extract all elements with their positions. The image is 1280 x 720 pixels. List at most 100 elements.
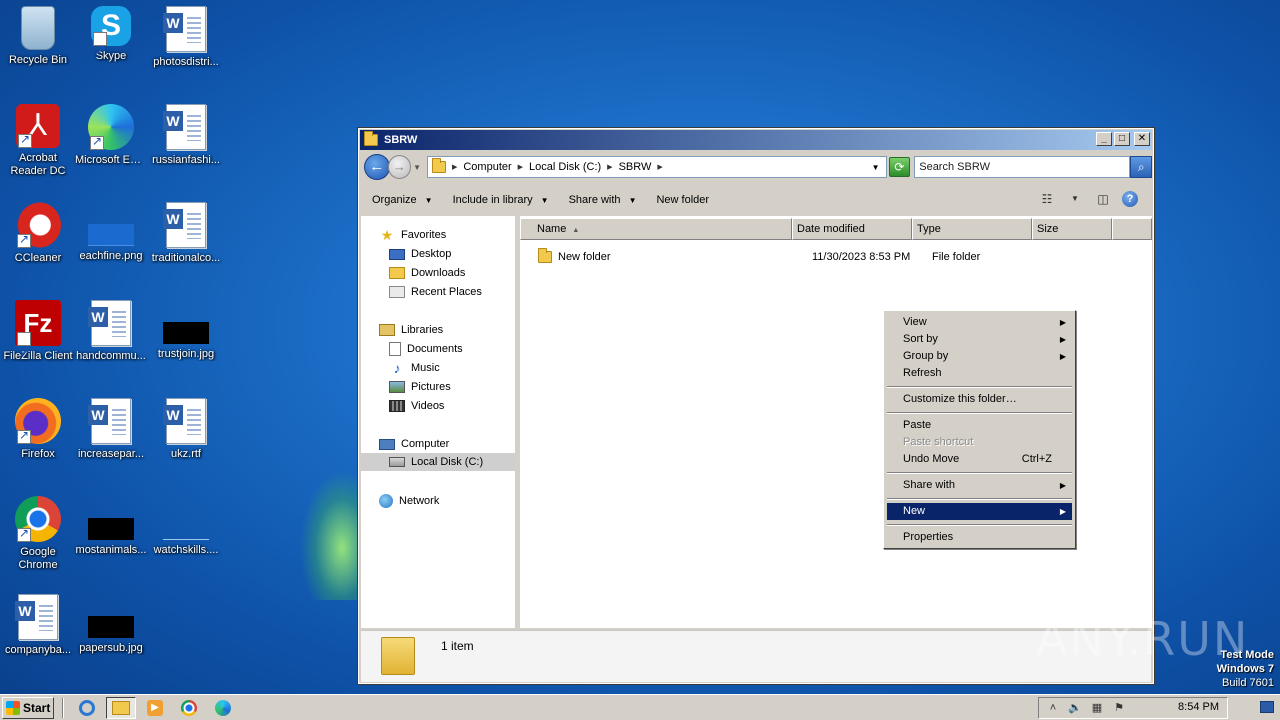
documents-icon — [389, 342, 401, 356]
desktop-icon-mostanimals[interactable]: mostanimals... — [73, 496, 149, 557]
menu-item-group-by[interactable]: Group by ▶ — [887, 348, 1072, 365]
nav-desktop[interactable]: Desktop — [389, 245, 451, 263]
submenu-arrow-icon: ▶ — [1059, 335, 1066, 344]
recent-pages-dropdown[interactable]: ▼ — [413, 163, 423, 172]
desktop-icon-label: increasepar... — [77, 448, 145, 460]
desktop-icon-acrobat[interactable]: Acrobat Reader DC — [0, 104, 76, 178]
desktop-icon-firefox[interactable]: Firefox — [0, 398, 76, 461]
column-header-date-modified[interactable]: Date modified — [792, 218, 912, 240]
desktop-icon-skype[interactable]: S Skype — [73, 6, 149, 70]
breadcrumb-arrow-icon[interactable]: ▶ — [518, 163, 523, 171]
nav-local-disk[interactable]: Local Disk (C:) — [361, 453, 515, 471]
nav-recent-places[interactable]: Recent Places — [389, 283, 482, 301]
change-view-icon[interactable]: ☷ — [1038, 190, 1056, 208]
breadcrumb-arrow-icon[interactable]: ▶ — [657, 163, 662, 171]
nav-computer[interactable]: Computer — [379, 435, 449, 453]
column-header-type[interactable]: Type — [912, 218, 1032, 240]
maximize-button[interactable]: □ — [1114, 132, 1130, 146]
menu-item-refresh[interactable]: Refresh — [887, 365, 1072, 382]
desktop-icon-traditionalco[interactable]: traditionalco... — [148, 202, 224, 265]
desktop-icon-handcommu[interactable]: handcommu... — [73, 300, 149, 363]
volume-icon[interactable]: 🔈 — [1067, 700, 1083, 716]
desktop-icon-increasepar[interactable]: increasepar... — [73, 398, 149, 461]
desktop-icon-chrome[interactable]: Google Chrome — [0, 496, 76, 572]
desktop-icon-russianfashi[interactable]: russianfashi... — [148, 104, 224, 167]
breadcrumb-computer[interactable]: Computer — [463, 161, 511, 173]
desktop-icon-label: CCleaner — [14, 252, 62, 264]
desktop-icon-ccleaner[interactable]: CCleaner — [0, 202, 76, 265]
menu-item-customize[interactable]: Customize this folder… — [887, 391, 1072, 408]
nav-videos[interactable]: Videos — [389, 397, 444, 415]
search-input[interactable]: Search SBRW — [914, 156, 1131, 178]
view-options-dropdown-icon[interactable]: ▼ — [1066, 190, 1084, 208]
desktop-icon-edge[interactable]: Microsoft Edge — [73, 104, 149, 167]
title-bar[interactable]: SBRW _ □ ✕ — [360, 130, 1152, 150]
menu-item-sort-by[interactable]: Sort by ▶ — [887, 331, 1072, 348]
chevron-down-icon: ▼ — [628, 195, 637, 205]
desktop-icon-recycle-bin[interactable]: Recycle Bin — [0, 6, 76, 67]
breadcrumb-sbrw[interactable]: SBRW — [619, 161, 652, 173]
show-hidden-icons-icon[interactable]: ˄ — [1045, 700, 1061, 716]
start-button[interactable]: Start — [2, 696, 54, 719]
nav-pictures[interactable]: Pictures — [389, 378, 451, 396]
file-name: New folder — [558, 251, 611, 263]
help-icon[interactable]: ? — [1122, 191, 1138, 207]
image-file-icon — [163, 322, 209, 344]
menu-item-properties[interactable]: Properties — [887, 529, 1072, 546]
close-button[interactable]: ✕ — [1134, 132, 1150, 146]
organize-button[interactable]: Organize ▼ — [372, 194, 433, 206]
menu-separator — [887, 412, 1072, 414]
firefox-icon — [15, 398, 61, 444]
word-document-icon — [15, 594, 58, 640]
taskbar-internet-explorer[interactable] — [72, 697, 102, 719]
desktop-icon-ukz[interactable]: ukz.rtf — [148, 398, 224, 461]
breadcrumb-arrow-icon[interactable]: ▶ — [452, 163, 457, 171]
column-header-name[interactable]: Name ▲ — [520, 218, 792, 240]
preview-pane-icon[interactable]: ◫ — [1094, 190, 1112, 208]
minimize-button[interactable]: _ — [1096, 132, 1112, 146]
back-button[interactable]: ← — [364, 154, 390, 180]
breadcrumb-arrow-icon[interactable]: ▶ — [607, 163, 612, 171]
menu-item-view[interactable]: View ▶ — [887, 314, 1072, 331]
menu-label: Refresh — [903, 367, 942, 379]
column-header-size[interactable]: Size — [1032, 218, 1112, 240]
menu-item-paste-shortcut[interactable]: Paste shortcut — [887, 434, 1072, 451]
nav-libraries[interactable]: Libraries — [379, 321, 443, 339]
address-field[interactable]: ▶ Computer ▶ Local Disk (C:) ▶ SBRW ▶ ▼ — [426, 156, 887, 178]
desktop-icon-filezilla[interactable]: Fz FileZilla Client — [0, 300, 76, 376]
nav-favorites[interactable]: ★ Favorites — [379, 226, 447, 244]
taskbar-media-player[interactable]: ▶ — [140, 697, 170, 719]
desktop-icon-trustjoin[interactable]: trustjoin.jpg — [148, 300, 224, 361]
nav-network[interactable]: Network — [379, 492, 439, 510]
nav-downloads[interactable]: Downloads — [389, 264, 465, 282]
desktop-icon-watchskills[interactable]: watchskills.... — [148, 496, 224, 557]
include-in-library-button[interactable]: Include in library ▼ — [453, 194, 549, 206]
clock[interactable]: 8:54 PM — [1178, 701, 1219, 713]
taskbar-windows-explorer[interactable] — [106, 696, 136, 719]
menu-item-undo-move[interactable]: Undo Move Ctrl+Z — [887, 451, 1072, 468]
action-center-flag-icon[interactable]: ⚑ — [1111, 700, 1127, 716]
menu-item-paste[interactable]: Paste — [887, 417, 1072, 434]
menu-item-share-with[interactable]: Share with ▶ — [887, 477, 1072, 494]
desktop-icon-label: mostanimals... — [75, 544, 147, 556]
file-row[interactable]: New folder 11/30/2023 8:53 PM File folde… — [538, 248, 1098, 266]
taskbar-edge[interactable] — [208, 697, 238, 719]
desktop-icon-photosdistri[interactable]: photosdistri... — [148, 6, 224, 69]
desktop-icon-companyba[interactable]: companyba... — [0, 594, 76, 657]
search-icon[interactable]: ⌕ — [1130, 156, 1152, 178]
network-status-icon[interactable]: ▦ — [1089, 700, 1105, 716]
taskbar-chrome[interactable] — [174, 697, 204, 719]
nav-music[interactable]: ♪ Music — [389, 359, 440, 377]
show-desktop-button[interactable] — [1234, 698, 1278, 718]
address-dropdown-icon[interactable]: ▼ — [872, 163, 880, 172]
nav-documents[interactable]: Documents — [389, 340, 463, 358]
desktop-icon-eachfine[interactable]: eachfine.png — [73, 202, 149, 263]
new-folder-button[interactable]: New folder — [656, 194, 709, 206]
share-with-button[interactable]: Share with ▼ — [569, 194, 637, 206]
forward-button[interactable]: → — [387, 155, 412, 179]
chrome-icon — [15, 496, 61, 542]
menu-item-new[interactable]: New ▶ — [887, 503, 1072, 520]
refresh-button[interactable]: ⟳ — [888, 157, 911, 177]
breadcrumb-local-disk[interactable]: Local Disk (C:) — [529, 161, 601, 173]
desktop-icon-papersub[interactable]: papersub.jpg — [73, 594, 149, 655]
